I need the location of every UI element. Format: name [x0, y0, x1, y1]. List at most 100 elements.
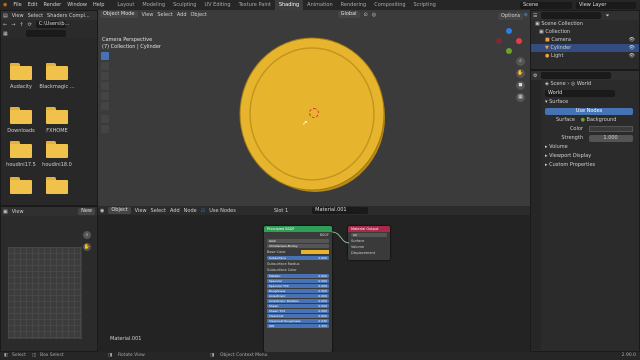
ne-menu-select[interactable]: Select — [151, 208, 166, 214]
tab-animation[interactable]: Animation — [303, 0, 337, 10]
tab-sculpting[interactable]: Sculpting — [169, 0, 200, 10]
bsdf-input-slider[interactable]: Anisotropic 0.000 — [267, 294, 329, 298]
section-volume[interactable]: ▸ Volume — [531, 143, 639, 152]
visibility-icon[interactable]: 👁 — [629, 52, 635, 60]
axis-x-icon[interactable] — [516, 38, 522, 44]
outliner-item-cylinder[interactable]: ▼ Cylinder 👁 — [531, 44, 639, 52]
displacement-input-socket[interactable]: Displacement — [348, 250, 390, 256]
principled-bsdf-node[interactable]: Principled BSDF BSDF GGX Christensen-Bur… — [264, 226, 332, 352]
editor-type-icon[interactable]: ◉ — [100, 208, 104, 214]
folder-icon[interactable] — [46, 107, 68, 124]
bsdf-input-slider[interactable]: Sheen Tint 0.500 — [267, 309, 329, 313]
tab-modeling[interactable]: Modeling — [138, 0, 169, 10]
slot-dropdown[interactable]: Slot 1 — [274, 208, 288, 214]
zoom-icon[interactable]: ⌕ — [516, 57, 525, 66]
bsdf-input-slider[interactable]: Anisotropic Rotation 0.000 — [267, 299, 329, 303]
tool-annotate-icon[interactable] — [101, 115, 109, 123]
bsdf-input-slider[interactable]: IOR 1.450 — [267, 324, 329, 328]
scene-collection-row[interactable]: ▣ Scene Collection — [531, 20, 639, 28]
orientation-dropdown[interactable]: Global — [337, 11, 360, 18]
menu-help[interactable]: Help — [90, 2, 107, 8]
tab-layout[interactable]: Layout — [113, 0, 138, 10]
tab-compositing[interactable]: Compositing — [370, 0, 409, 10]
tool-scale-icon[interactable] — [101, 92, 109, 100]
folder-icon[interactable] — [10, 107, 32, 124]
back-arrow-icon[interactable]: ← — [3, 22, 7, 28]
tab-texture-paint[interactable]: Texture Paint — [235, 0, 275, 10]
editor-type-icon[interactable]: ▣ — [3, 209, 8, 215]
base-color-input[interactable]: Base Color — [264, 249, 332, 255]
bsdf-input-slider[interactable]: Roughness 0.500 — [267, 289, 329, 293]
display-mode-icon[interactable]: ▦ — [3, 31, 8, 37]
bsdf-input-slider[interactable]: Sheen 0.000 — [267, 304, 329, 308]
subsurface-method-dropdown[interactable]: Christensen-Burley — [267, 244, 329, 248]
shader-type-dropdown[interactable]: Object — [108, 207, 131, 214]
material-field[interactable]: Material.001 — [312, 207, 369, 214]
editor-type-icon[interactable]: ⚙ — [533, 73, 537, 79]
tool-measure-icon[interactable] — [101, 125, 109, 133]
color-swatch[interactable] — [588, 125, 633, 132]
options-dropdown[interactable]: Options — [498, 13, 524, 20]
axis-z-icon[interactable] — [506, 28, 512, 34]
outliner-item-collection[interactable]: ▣ Collection — [531, 28, 639, 36]
object-mode-dropdown[interactable]: Object Mode — [100, 11, 138, 18]
outliner-item-light[interactable]: ● Light 👁 — [531, 52, 639, 60]
navigation-gizmo[interactable] — [496, 28, 522, 54]
menu-edit[interactable]: Edit — [25, 2, 41, 8]
forward-arrow-icon[interactable]: → — [11, 22, 15, 28]
fb-menu-view[interactable]: View — [12, 13, 24, 19]
image-canvas[interactable] — [8, 247, 82, 339]
folder-icon[interactable] — [46, 177, 68, 194]
distribution-dropdown[interactable]: GGX — [267, 239, 329, 243]
material-output-node[interactable]: Material Output All Surface Volume Displ… — [348, 226, 390, 260]
ne-menu-view[interactable]: View — [135, 208, 147, 214]
editor-type-icon[interactable]: ▤ — [3, 13, 8, 19]
view-layer-selector[interactable]: View Layer — [576, 1, 636, 9]
outliner-search-input[interactable] — [541, 12, 602, 19]
camera-icon[interactable]: ◼ — [516, 81, 525, 90]
surface-shader-field[interactable]: ● Background — [581, 116, 633, 125]
tool-rotate-icon[interactable] — [101, 82, 109, 90]
tab-scripting[interactable]: Scripting — [410, 0, 440, 10]
folder-icon[interactable] — [10, 177, 32, 194]
tab-uv-editing[interactable]: UV Editing — [200, 0, 234, 10]
tool-select-icon[interactable] — [101, 52, 109, 60]
hand-icon[interactable]: ✋ — [516, 69, 525, 78]
world-field[interactable]: World — [545, 90, 615, 97]
tab-shading[interactable]: Shading — [274, 0, 304, 10]
use-nodes-checkbox[interactable]: ☑ — [201, 208, 205, 214]
bsdf-input-slider[interactable]: Metallic 0.000 — [267, 274, 329, 278]
section-surface[interactable]: ▾ Surface — [531, 98, 639, 107]
bsdf-input-slider[interactable]: Clearcoat 0.000 — [267, 314, 329, 318]
folder-icon[interactable] — [46, 63, 68, 80]
snap-icon[interactable]: ⊙ — [364, 12, 368, 18]
parent-dir-icon[interactable]: ↑ — [19, 22, 23, 28]
menu-render[interactable]: Render — [40, 2, 64, 8]
folder-icon[interactable] — [46, 141, 68, 158]
bsdf-input-slider[interactable]: Specular Tint 0.000 — [267, 284, 329, 288]
proportional-icon[interactable]: ◎ — [372, 12, 376, 18]
section-viewport-display[interactable]: ▸ Viewport Display — [531, 152, 639, 161]
folder-icon[interactable] — [10, 63, 32, 80]
section-custom-properties[interactable]: ▸ Custom Properties — [531, 161, 639, 170]
outliner-item-camera[interactable]: ■ Camera 👁 — [531, 36, 639, 44]
folder-icon[interactable] — [10, 141, 32, 158]
bsdf-input-slider[interactable]: Clearcoat Roughness 0.030 — [267, 319, 329, 323]
grid-icon[interactable]: ▦ — [516, 93, 525, 102]
zoom-icon[interactable]: ⌕ — [83, 231, 91, 239]
menu-window[interactable]: Window — [64, 2, 90, 8]
axis-neg-x-icon[interactable] — [496, 38, 502, 44]
visibility-icon[interactable]: 👁 — [629, 36, 635, 44]
tool-transform-icon[interactable] — [101, 102, 109, 110]
ne-menu-add[interactable]: Add — [170, 208, 180, 214]
shader-editor[interactable]: ◉ Object View Select Add Node ☑ Use Node… — [98, 206, 530, 352]
visibility-icon[interactable]: 👁 — [629, 44, 635, 52]
base-color-swatch[interactable] — [301, 250, 329, 254]
bsdf-input-slider[interactable]: Subsurface 0.000 — [267, 256, 329, 260]
tool-cursor-icon[interactable] — [101, 62, 109, 70]
vp-menu-view[interactable]: View — [142, 12, 154, 18]
blender-logo-icon[interactable]: ◉ — [0, 2, 10, 8]
filter-icon[interactable]: ⏷ — [605, 13, 609, 19]
bsdf-input-slider[interactable]: Specular 0.500 — [267, 279, 329, 283]
3d-viewport[interactable]: Object Mode View Select Add Object Globa… — [98, 10, 530, 206]
